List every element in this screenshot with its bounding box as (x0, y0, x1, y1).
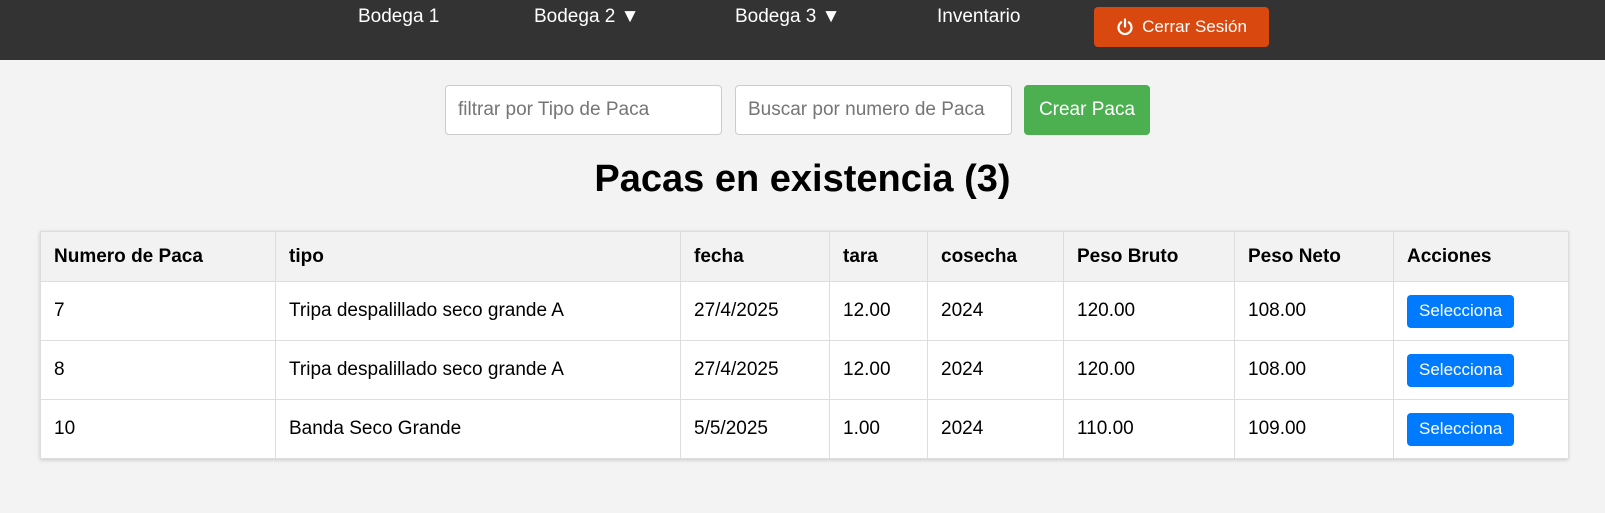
header-cosecha: cosecha (927, 231, 1064, 282)
search-number-input[interactable] (735, 85, 1012, 135)
header-numero: Numero de Paca (40, 231, 276, 282)
cell-peso-neto: 108.00 (1234, 340, 1394, 400)
cell-acciones: Selecciona (1393, 281, 1569, 341)
header-peso-bruto: Peso Bruto (1063, 231, 1235, 282)
cell-peso-neto: 109.00 (1234, 399, 1394, 459)
select-button[interactable]: Selecciona (1407, 353, 1515, 387)
logout-button[interactable]: Cerrar Sesión (1094, 7, 1269, 47)
cell-fecha: 5/5/2025 (680, 399, 830, 459)
cell-fecha: 27/4/2025 (680, 281, 830, 341)
table-row: 7 Tripa despalillado seco grande A 27/4/… (40, 281, 1569, 341)
power-icon (1116, 18, 1134, 36)
cell-numero: 10 (40, 399, 276, 459)
table-header-row: Numero de Paca tipo fecha tara cosecha P… (40, 231, 1569, 282)
header-tara: tara (829, 231, 928, 282)
cell-fecha: 27/4/2025 (680, 340, 830, 400)
cell-acciones: Selecciona (1393, 399, 1569, 459)
logout-label: Cerrar Sesión (1142, 17, 1247, 36)
pacas-table-container: Numero de Paca tipo fecha tara cosecha P… (40, 231, 1569, 459)
nav-bodega-1[interactable]: Bodega 1 (358, 6, 439, 28)
select-button[interactable]: Selecciona (1407, 412, 1515, 446)
cell-cosecha: 2024 (927, 340, 1064, 400)
cell-numero: 7 (40, 281, 276, 341)
nav-inventario[interactable]: Inventario (937, 6, 1020, 28)
header-fecha: fecha (680, 231, 830, 282)
select-button[interactable]: Selecciona (1407, 294, 1515, 328)
header-acciones: Acciones (1393, 231, 1569, 282)
cell-peso-bruto: 120.00 (1063, 340, 1235, 400)
cell-cosecha: 2024 (927, 281, 1064, 341)
cell-tipo: Banda Seco Grande (275, 399, 681, 459)
nav-bodega-3-dropdown[interactable]: Bodega 3 ▼ (735, 6, 840, 28)
top-navbar: Bodega 1 Bodega 2 ▼ Bodega 3 ▼ Inventari… (0, 0, 1605, 60)
header-tipo: tipo (275, 231, 681, 282)
cell-peso-bruto: 110.00 (1063, 399, 1235, 459)
cell-numero: 8 (40, 340, 276, 400)
pacas-table: Numero de Paca tipo fecha tara cosecha P… (40, 231, 1569, 459)
table-row: 10 Banda Seco Grande 5/5/2025 1.00 2024 … (40, 399, 1569, 459)
cell-cosecha: 2024 (927, 399, 1064, 459)
cell-acciones: Selecciona (1393, 340, 1569, 400)
cell-peso-neto: 108.00 (1234, 281, 1394, 341)
cell-peso-bruto: 120.00 (1063, 281, 1235, 341)
header-peso-neto: Peso Neto (1234, 231, 1394, 282)
table-row: 8 Tripa despalillado seco grande A 27/4/… (40, 340, 1569, 400)
cell-tara: 12.00 (829, 340, 928, 400)
create-paca-button[interactable]: Crear Paca (1024, 85, 1150, 135)
nav-bodega-2-dropdown[interactable]: Bodega 2 ▼ (534, 6, 639, 28)
cell-tipo: Tripa despalillado seco grande A (275, 340, 681, 400)
page-title: Pacas en existencia (3) (594, 158, 1011, 200)
cell-tara: 12.00 (829, 281, 928, 341)
cell-tara: 1.00 (829, 399, 928, 459)
filter-type-input[interactable] (445, 85, 722, 135)
cell-tipo: Tripa despalillado seco grande A (275, 281, 681, 341)
